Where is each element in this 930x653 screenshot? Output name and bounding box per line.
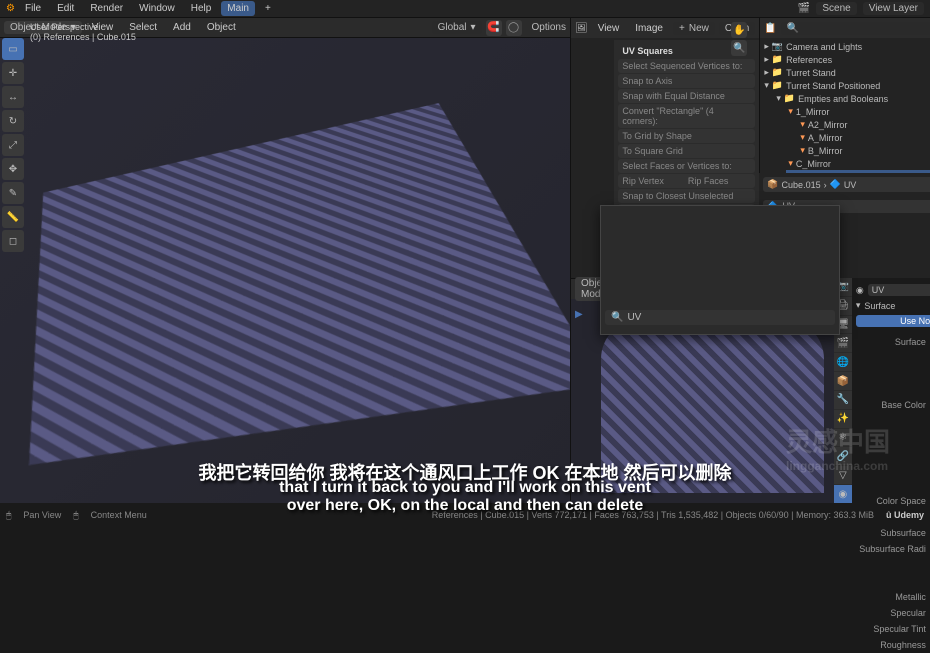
search-icon: 🔍 <box>611 312 623 323</box>
modifier-tab-icon[interactable]: 🔧 <box>834 391 852 409</box>
material-tab-icon[interactable]: ◉ <box>834 485 852 503</box>
square-grid-button[interactable]: To Square Grid <box>618 144 755 158</box>
scene-icon: 🎬 <box>798 3 810 14</box>
uv-image-menu[interactable]: Image <box>629 21 669 36</box>
uv-label: Select Faces or Vertices to: <box>618 159 755 173</box>
measure-tool-icon[interactable]: 📏 <box>2 206 24 228</box>
add-menu[interactable]: Add <box>167 20 197 35</box>
menu-edit[interactable]: Edit <box>51 1 80 16</box>
scale-tool-icon[interactable]: ⤢ <box>2 134 24 156</box>
outliner-icon: 📋 <box>764 23 776 34</box>
rip-faces-button[interactable]: Rip Faces <box>688 176 752 186</box>
snap-closest-button[interactable]: Snap to Closest Unselected <box>618 189 755 203</box>
outliner-tree[interactable]: ▸📷Camera and Lights👁 ▸📁References👁 ▸📁Tur… <box>760 38 930 173</box>
use-nodes-button[interactable]: Use Nodes <box>856 315 930 327</box>
uv-view-menu[interactable]: View <box>592 21 626 36</box>
collection-icon: 📷 <box>772 41 783 52</box>
viewlayer-selector[interactable]: View Layer <box>863 2 924 15</box>
menu-file[interactable]: File <box>19 1 47 16</box>
outliner-search[interactable]: 🔍 <box>781 22 930 35</box>
transform-tool-icon[interactable]: ✥ <box>2 158 24 180</box>
popup-search-input[interactable]: 🔍UV <box>605 310 835 325</box>
uv-label: Convert "Rectangle" (4 corners): <box>618 104 755 128</box>
rip-vertex-button[interactable]: Rip Vertex <box>622 176 686 186</box>
world-tab-icon[interactable]: 🌐 <box>834 353 852 371</box>
grid-shape-button[interactable]: To Grid by Shape <box>618 129 755 143</box>
viewport-3d-main[interactable]: Object Mode▾ View Select Add Object Glob… <box>0 18 570 503</box>
workspace-tab-main[interactable]: Main <box>221 1 255 16</box>
workspace-add[interactable]: + <box>259 1 277 16</box>
addcube-tool-icon[interactable]: ◻ <box>2 230 24 252</box>
snap-icon[interactable]: 🧲 <box>486 20 502 36</box>
object-menu[interactable]: Object <box>201 20 242 35</box>
uv-editor-icon: 🖼 <box>575 23 588 34</box>
snap-equal-button[interactable]: Snap with Equal Distance <box>618 89 755 103</box>
annotate-tool-icon[interactable]: ✎ <box>2 182 24 204</box>
object-tab-icon[interactable]: 📦 <box>834 372 852 390</box>
select-box-tool-icon[interactable]: ▭ <box>2 38 24 60</box>
menu-window[interactable]: Window <box>133 1 181 16</box>
uv-data-icon: 🔷 <box>830 179 841 190</box>
subtitle-english: that I turn it back to you and I'll work… <box>279 479 651 515</box>
move-tool-icon[interactable]: ↔ <box>2 86 24 108</box>
play-icon[interactable]: ▶ <box>575 309 583 320</box>
uv-label: Select Sequenced Vertices to: <box>618 59 755 73</box>
orientation-selector[interactable]: Global▾ <box>432 21 482 34</box>
material-slot[interactable]: UV <box>868 284 930 296</box>
menu-help[interactable]: Help <box>185 1 218 16</box>
zoom-icon[interactable]: 🔍 <box>731 40 747 56</box>
snap-axis-button[interactable]: Snap to Axis <box>618 74 755 88</box>
hand-pan-icon[interactable]: ✋ <box>731 22 747 38</box>
proportional-icon[interactable]: ◯ <box>506 20 522 36</box>
viewport-overlay-text: User Perspective (0) References | Cube.0… <box>30 22 136 42</box>
search-popup: 🔍UV <box>600 205 840 335</box>
rotate-tool-icon[interactable]: ↻ <box>2 110 24 132</box>
menu-bar: ⚙ File Edit Render Window Help Main + 🎬 … <box>0 0 930 18</box>
scene-selector[interactable]: Scene <box>816 2 856 15</box>
cursor-tool-icon[interactable]: ✛ <box>2 62 24 84</box>
options-dropdown[interactable]: Options <box>532 22 566 33</box>
blender-icon: ⚙ <box>6 3 15 14</box>
scene-tab-icon[interactable]: 🎬 <box>834 334 852 352</box>
uv-new-button[interactable]: +New <box>673 22 715 35</box>
watermark: 灵感中国 lingganchina.com <box>786 422 890 473</box>
menu-render[interactable]: Render <box>84 1 129 16</box>
